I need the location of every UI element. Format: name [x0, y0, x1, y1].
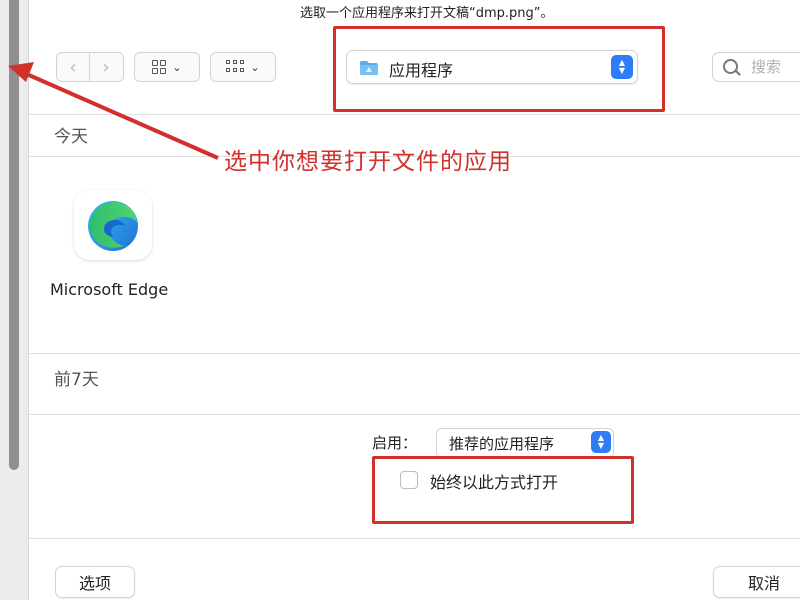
annotation-text: 选中你想要打开文件的应用 [224, 149, 512, 175]
edge-icon [88, 201, 138, 251]
annotation-box-checkbox [372, 456, 634, 524]
annotation-box-location [333, 26, 665, 112]
chevron-down-icon: ⌄ [172, 60, 182, 74]
search-input[interactable]: 搜索 [712, 52, 800, 82]
group-view-button[interactable]: ⌄ [210, 52, 276, 82]
cancel-button[interactable]: 取消 [713, 566, 800, 598]
options-button[interactable]: 选项 [55, 566, 135, 598]
search-placeholder: 搜索 [751, 58, 782, 76]
divider [28, 414, 800, 415]
app-label-edge: Microsoft Edge [50, 280, 169, 299]
enable-select-value: 推荐的应用程序 [449, 435, 555, 453]
enable-select[interactable]: 推荐的应用程序 ▲ ▼ [436, 428, 614, 458]
divider [28, 538, 800, 539]
section-header-prev7: 前7天 [54, 370, 99, 390]
back-forward-group: ‹ › [56, 52, 124, 82]
forward-button[interactable]: › [89, 53, 122, 81]
search-icon [723, 59, 738, 74]
divider [28, 353, 800, 354]
chevron-left-icon: ‹ [69, 56, 77, 78]
sidebar-scrollbar[interactable] [9, 0, 19, 470]
sidebar-strip [0, 0, 29, 600]
app-item-edge[interactable] [74, 190, 152, 260]
grid-view-icon [152, 60, 167, 74]
list-view-icon [226, 60, 245, 74]
enable-label: 启用： [372, 434, 418, 452]
dialog-title: 选取一个应用程序来打开文稿“dmp.png”。 [300, 6, 554, 21]
back-button[interactable]: ‹ [57, 53, 89, 81]
enable-stepper-icon[interactable]: ▲ ▼ [591, 431, 611, 453]
grid-view-button[interactable]: ⌄ [134, 52, 200, 82]
chevron-down-icon: ⌄ [250, 60, 260, 74]
divider [28, 114, 800, 115]
chevron-right-icon: › [102, 56, 110, 78]
section-header-today: 今天 [54, 127, 88, 147]
